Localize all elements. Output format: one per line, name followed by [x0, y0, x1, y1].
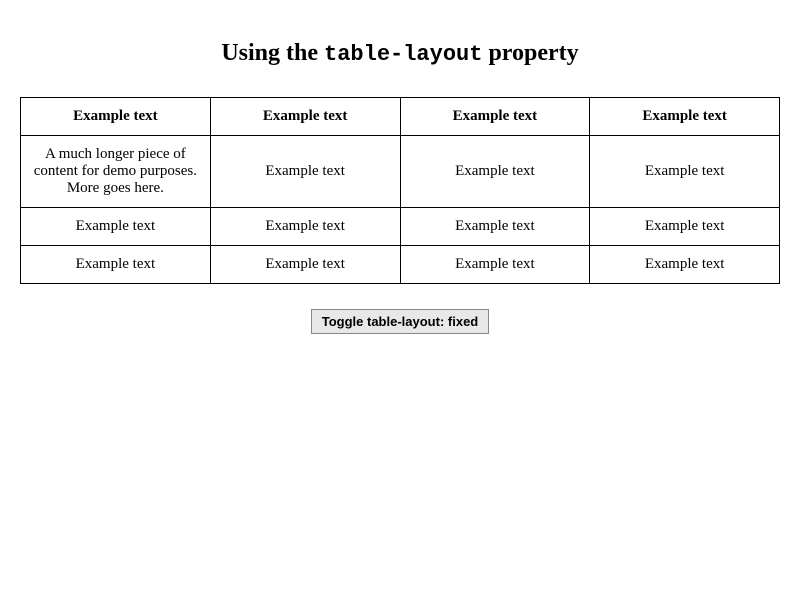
title-prefix: Using the: [221, 40, 324, 66]
toggle-layout-button[interactable]: Toggle table-layout: fixed: [311, 309, 490, 334]
table-cell: Example text: [400, 136, 590, 208]
table-cell: Example text: [400, 246, 590, 284]
table-cell: Example text: [590, 208, 780, 246]
table-header: Example text: [400, 98, 590, 136]
title-code: table-layout: [324, 42, 482, 67]
table-cell: Example text: [210, 208, 400, 246]
table-cell: Example text: [21, 208, 211, 246]
table-header: Example text: [210, 98, 400, 136]
table-header-row: Example text Example text Example text E…: [21, 98, 780, 136]
demo-table: Example text Example text Example text E…: [20, 97, 780, 284]
table-row: A much longer piece of content for demo …: [21, 136, 780, 208]
table-cell: Example text: [590, 246, 780, 284]
table-row: Example text Example text Example text E…: [21, 246, 780, 284]
table-header: Example text: [21, 98, 211, 136]
table-cell: Example text: [590, 136, 780, 208]
page-title: Using the table-layout property: [20, 40, 780, 67]
table-cell: Example text: [21, 246, 211, 284]
button-container: Toggle table-layout: fixed: [20, 309, 780, 334]
table-header: Example text: [590, 98, 780, 136]
table-cell: Example text: [210, 246, 400, 284]
title-suffix: property: [482, 40, 578, 66]
table-cell: Example text: [400, 208, 590, 246]
table-cell: Example text: [210, 136, 400, 208]
table-cell: A much longer piece of content for demo …: [21, 136, 211, 208]
table-row: Example text Example text Example text E…: [21, 208, 780, 246]
